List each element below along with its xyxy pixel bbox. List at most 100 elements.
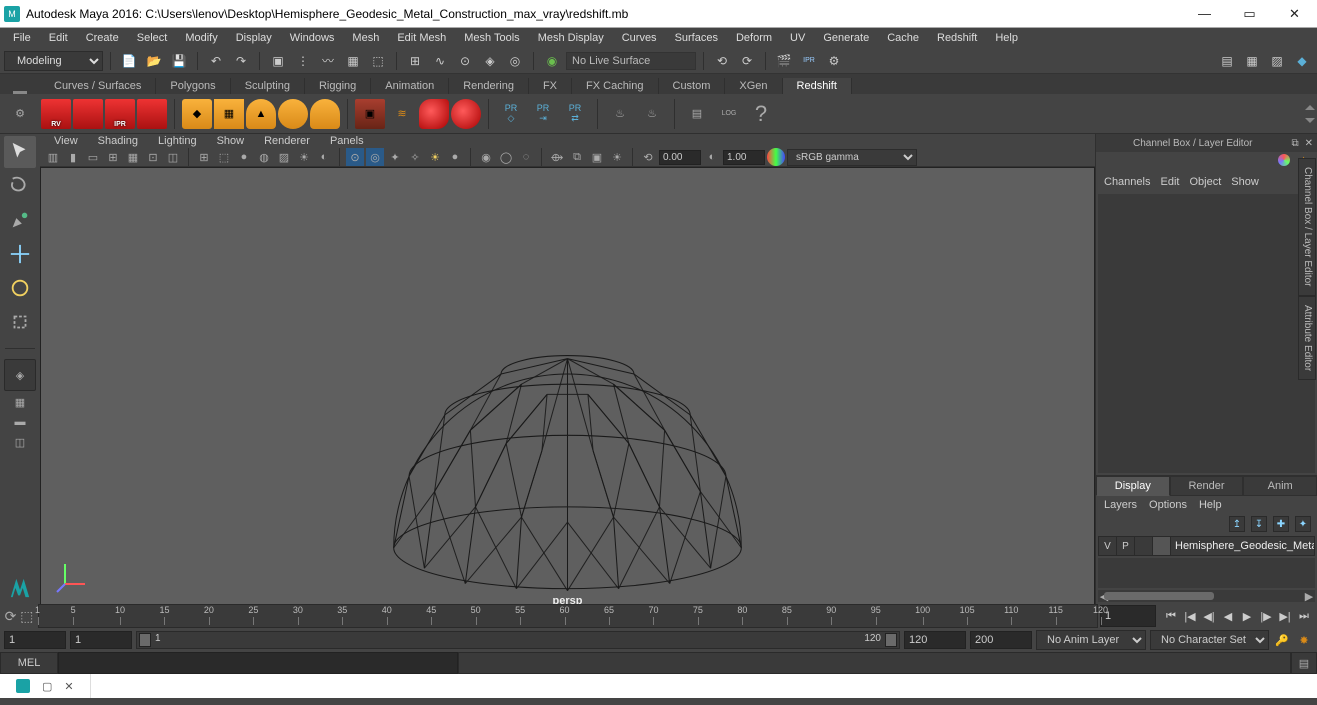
- shelf-tab-fx-caching[interactable]: FX Caching: [572, 78, 658, 94]
- goto-start-icon[interactable]: ⏮: [1162, 607, 1180, 625]
- new-scene-icon[interactable]: 📄: [118, 50, 140, 72]
- shelf-scroll-buttons[interactable]: [1303, 95, 1317, 133]
- panel-menu-show[interactable]: Show: [207, 134, 255, 148]
- rotate-tool-icon[interactable]: [4, 272, 36, 304]
- menu-curves[interactable]: Curves: [613, 30, 666, 46]
- history-off-icon[interactable]: ⟲: [711, 50, 733, 72]
- bookmark-icon[interactable]: ▮: [64, 148, 82, 166]
- layer-color[interactable]: [1153, 537, 1171, 555]
- make-live-icon[interactable]: ◉: [541, 50, 563, 72]
- isolate-select-icon[interactable]: ⊙: [346, 148, 364, 166]
- layer-playback-toggle[interactable]: P: [1117, 537, 1135, 555]
- panel-menu-lighting[interactable]: Lighting: [148, 134, 207, 148]
- xray-comp-icon[interactable]: ✧: [406, 148, 424, 166]
- workspace-dropdown[interactable]: Modeling: [4, 51, 103, 71]
- range-in-end-input[interactable]: [904, 631, 966, 649]
- wireframe-icon[interactable]: ⬚: [215, 148, 233, 166]
- side-tab-channelbox[interactable]: Channel Box / Layer Editor: [1298, 158, 1316, 296]
- shelf-tab-xgen[interactable]: XGen: [725, 78, 782, 94]
- render-globals-icon[interactable]: ⚙: [823, 50, 845, 72]
- ssao-icon[interactable]: ●: [446, 148, 464, 166]
- panel-menu-panels[interactable]: Panels: [320, 134, 374, 148]
- layout-3-icon[interactable]: ▨: [1266, 50, 1288, 72]
- shelf-batch-icon[interactable]: [73, 99, 103, 129]
- current-time-input[interactable]: [1100, 605, 1156, 627]
- range-in-start-input[interactable]: [70, 631, 132, 649]
- gamma-icon[interactable]: ⧉: [568, 148, 586, 166]
- panel-menu-renderer[interactable]: Renderer: [254, 134, 320, 148]
- xray-joints-icon[interactable]: ✦: [386, 148, 404, 166]
- render-frame-icon[interactable]: 🎬: [773, 50, 795, 72]
- dof-icon[interactable]: ◯: [497, 148, 515, 166]
- last-tool-icon[interactable]: ◈: [4, 359, 36, 391]
- prefs-icon[interactable]: ✸: [1295, 631, 1313, 649]
- step-forward-icon[interactable]: |▶: [1257, 607, 1275, 625]
- layer-name[interactable]: Hemisphere_Geodesic_Meta: [1171, 539, 1314, 553]
- ipr-render-icon[interactable]: IPR: [798, 50, 820, 72]
- layout-split-icon[interactable]: ◫: [4, 433, 36, 451]
- shelf-bake-1-icon[interactable]: ♨: [605, 99, 635, 129]
- gamma-slider-icon[interactable]: ◐: [703, 148, 721, 166]
- menu-modify[interactable]: Modify: [176, 30, 226, 46]
- taskbar-maya-item[interactable]: ▢ ✕: [0, 674, 91, 698]
- layout-2-icon[interactable]: ▦: [1241, 50, 1263, 72]
- shelf-proxy-worm-icon[interactable]: [419, 99, 449, 129]
- layout-4-icon[interactable]: ◆: [1291, 50, 1313, 72]
- grid-icon[interactable]: ⊞: [195, 148, 213, 166]
- layer-move-up-icon[interactable]: ↥: [1229, 516, 1245, 532]
- step-back-icon[interactable]: ◀|: [1200, 607, 1218, 625]
- snap-plane-icon[interactable]: ◈: [479, 50, 501, 72]
- layout-quad-icon[interactable]: ▦: [4, 393, 36, 411]
- snap-grid-icon[interactable]: ⊞: [404, 50, 426, 72]
- live-surface-field[interactable]: No Live Surface: [566, 52, 696, 70]
- channelbox-menu-show[interactable]: Show: [1231, 176, 1259, 188]
- layers-menu-help[interactable]: Help: [1199, 499, 1222, 511]
- auto-key-icon[interactable]: 🔑: [1273, 631, 1291, 649]
- channelbox-menu-edit[interactable]: Edit: [1160, 176, 1179, 188]
- menu-surfaces[interactable]: Surfaces: [666, 30, 727, 46]
- shelf-ipr-icon[interactable]: IPR: [105, 99, 135, 129]
- play-forward-icon[interactable]: ▶: [1238, 607, 1256, 625]
- layout-1-icon[interactable]: ▤: [1216, 50, 1238, 72]
- menu-select[interactable]: Select: [128, 30, 177, 46]
- shelf-tab-fx[interactable]: FX: [529, 78, 572, 94]
- channel-list[interactable]: [1098, 194, 1315, 473]
- colorspace-dropdown[interactable]: sRGB gamma: [787, 149, 917, 166]
- select-edge-icon[interactable]: 〰: [317, 50, 339, 72]
- film-gate-icon[interactable]: ⊞: [104, 148, 122, 166]
- shelf-prim-sphere-icon[interactable]: [278, 99, 308, 129]
- script-editor-icon[interactable]: ▤: [1291, 652, 1317, 674]
- shelf-tab-animation[interactable]: Animation: [371, 78, 449, 94]
- menu-help[interactable]: Help: [986, 30, 1027, 46]
- menu-deform[interactable]: Deform: [727, 30, 781, 46]
- move-tool-icon[interactable]: [4, 238, 36, 270]
- menu-windows[interactable]: Windows: [281, 30, 344, 46]
- safe-action-icon[interactable]: ◫: [164, 148, 182, 166]
- character-set-dropdown[interactable]: No Character Set: [1150, 630, 1269, 650]
- shelf-options-icon[interactable]: ⚙: [0, 107, 40, 120]
- shelf-tab-rigging[interactable]: Rigging: [305, 78, 371, 94]
- shelf-prim-1-icon[interactable]: ◆: [182, 99, 212, 129]
- select-face-icon[interactable]: ▦: [342, 50, 364, 72]
- anim-layer-dropdown[interactable]: No Anim Layer: [1036, 630, 1146, 650]
- range-end-input[interactable]: [970, 631, 1032, 649]
- layout-single-icon[interactable]: ▬: [4, 413, 36, 431]
- image-plane-icon[interactable]: ▭: [84, 148, 102, 166]
- layer-tab-anim[interactable]: Anim: [1243, 476, 1317, 496]
- menu-edit[interactable]: Edit: [40, 30, 77, 46]
- menu-create[interactable]: Create: [77, 30, 128, 46]
- menu-cache[interactable]: Cache: [878, 30, 928, 46]
- command-line-input[interactable]: [58, 652, 458, 674]
- shelf-prim-dome-icon[interactable]: [310, 99, 340, 129]
- panel-menu-shading[interactable]: Shading: [88, 134, 148, 148]
- save-scene-icon[interactable]: 💾: [168, 50, 190, 72]
- script-language-toggle[interactable]: MEL: [0, 652, 58, 674]
- menu-mesh-tools[interactable]: Mesh Tools: [455, 30, 528, 46]
- close-panel-icon[interactable]: ✕: [1305, 138, 1313, 149]
- menu-edit-mesh[interactable]: Edit Mesh: [388, 30, 455, 46]
- exposure-value-input[interactable]: [659, 150, 701, 165]
- taskbar-close-icon[interactable]: ✕: [64, 680, 73, 693]
- shelf-proxy-lines-icon[interactable]: ≋: [387, 99, 417, 129]
- time-options-icon[interactable]: ⟳ ⬚: [0, 604, 38, 628]
- shelf-prim-2-icon[interactable]: ▦: [214, 99, 244, 129]
